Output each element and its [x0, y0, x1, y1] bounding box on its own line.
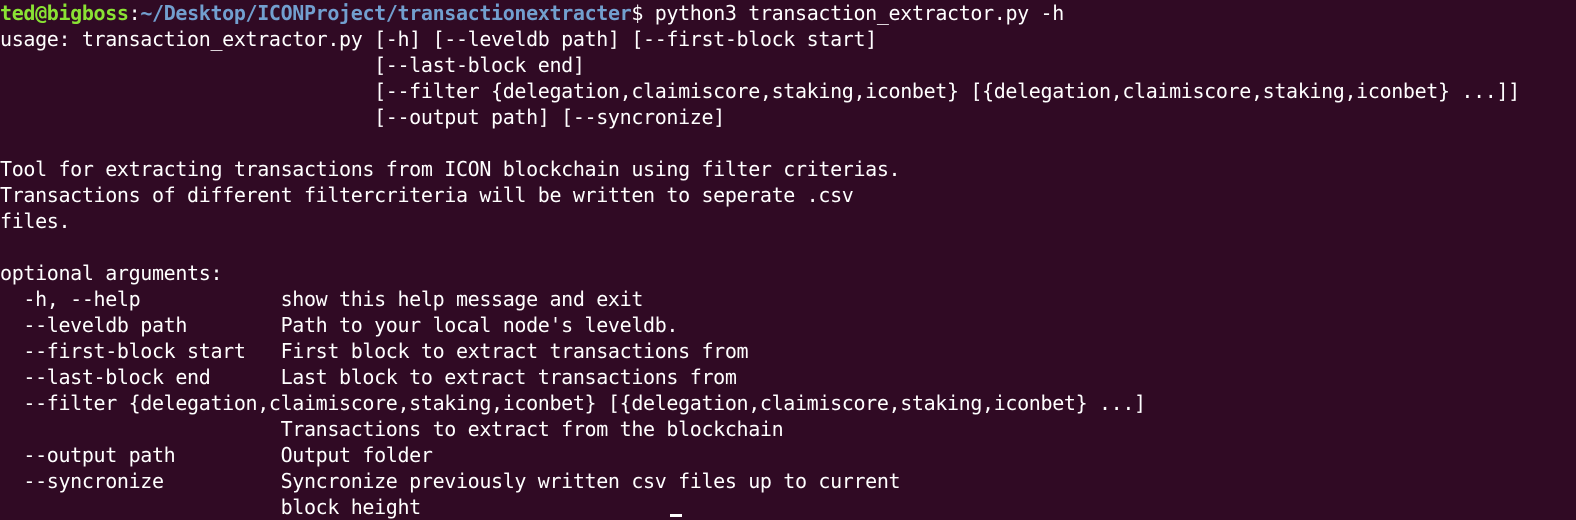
- output-line: --first-block start First block to extra…: [0, 339, 749, 363]
- output-line: --output path Output folder: [0, 443, 433, 467]
- output-line: --filter {delegation,claimiscore,staking…: [0, 391, 1146, 415]
- output-line: --last-block end Last block to extract t…: [0, 365, 737, 389]
- output-line: usage: transaction_extractor.py [-h] [--…: [0, 27, 877, 51]
- output-line: [--last-block end]: [0, 53, 585, 77]
- output-line: --syncronize Syncronize previously writt…: [0, 469, 901, 493]
- prompt-cwd: ~/Desktop/ICONProject/transactionextract…: [140, 1, 632, 25]
- output-line: files.: [0, 209, 71, 233]
- output-line: optional arguments:: [0, 261, 223, 285]
- output-line: [--output path] [--syncronize]: [0, 105, 725, 129]
- output-line: Transactions of different filtercriteria…: [0, 183, 854, 207]
- prompt-line: ted@bigboss:~/Desktop/ICONProject/transa…: [0, 0, 1576, 26]
- output-line: Tool for extracting transactions from IC…: [0, 157, 901, 181]
- output-line: --leveldb path Path to your local node's…: [0, 313, 679, 337]
- prompt-command: python3 transaction_extractor.py -h: [643, 1, 1065, 25]
- output-line: -h, --help show this help message and ex…: [0, 287, 644, 311]
- terminal-window[interactable]: ted@bigboss:~/Desktop/ICONProject/transa…: [0, 0, 1576, 520]
- prompt-user-host: ted@bigboss: [0, 1, 129, 25]
- prompt-symbol: $: [631, 1, 644, 25]
- output-line: block height: [0, 495, 422, 519]
- text-cursor: [670, 514, 682, 517]
- output-line: Transactions to extract from the blockch…: [0, 417, 784, 441]
- output-line: [--filter {delegation,claimiscore,stakin…: [0, 79, 1520, 103]
- prompt-separator: :: [128, 1, 141, 25]
